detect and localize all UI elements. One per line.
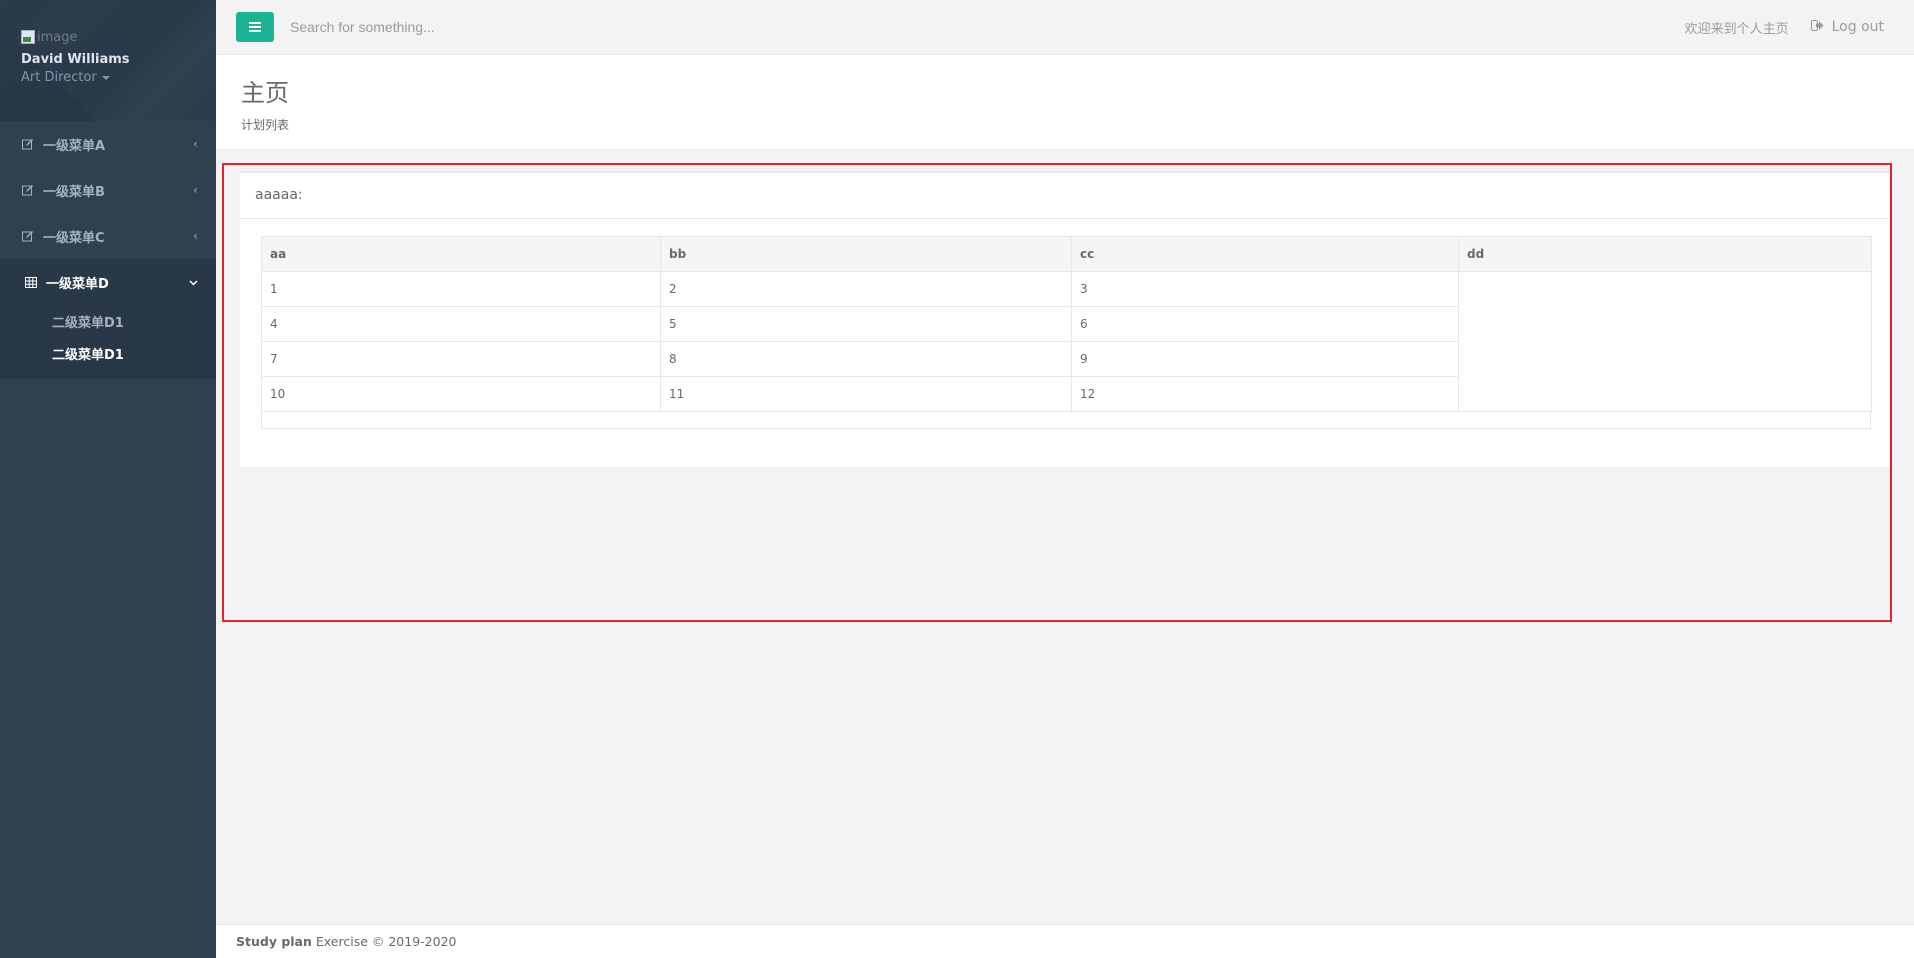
edit-icon bbox=[21, 230, 35, 242]
profile-image: image bbox=[21, 28, 216, 46]
top-right-links: 欢迎来到个人主页 Log out bbox=[1685, 18, 1884, 37]
data-table: aa bb cc dd 1 2 3 4 5 6 7 8 9 10 11 12 bbox=[261, 236, 1872, 412]
hamburger-icon-bar bbox=[249, 26, 261, 28]
sidebar-item-label: 一级菜单B bbox=[43, 184, 105, 200]
table-cell: 5 bbox=[660, 306, 1072, 342]
chevron-left-icon: ‹ bbox=[193, 183, 198, 197]
table-cell: 11 bbox=[660, 376, 1072, 412]
edit-icon bbox=[21, 138, 35, 150]
hamburger-icon-bar bbox=[249, 30, 261, 32]
chevron-left-icon: ‹ bbox=[193, 229, 198, 243]
panel-title: aaaaa: bbox=[240, 173, 1890, 219]
sidebar-item-menu-d[interactable]: 一级菜单D bbox=[0, 259, 216, 305]
profile-role-dropdown[interactable]: Art Director bbox=[21, 70, 216, 85]
sidebar-group-menu-d: 一级菜单D 二级菜单D1 二级菜单D1 bbox=[0, 259, 216, 379]
sidebar-toggle-button[interactable] bbox=[236, 12, 274, 42]
table-cell-empty bbox=[1458, 271, 1872, 412]
search-input[interactable] bbox=[290, 12, 690, 42]
table-cell: 7 bbox=[261, 341, 661, 377]
sidebar-item-label: 一级菜单A bbox=[43, 138, 106, 154]
footer-brand: Study plan bbox=[236, 934, 312, 949]
table-cell: 10 bbox=[261, 376, 661, 412]
top-navbar: 欢迎来到个人主页 Log out bbox=[216, 0, 1914, 55]
caret-down-icon bbox=[101, 75, 110, 80]
table-cell: 6 bbox=[1071, 306, 1459, 342]
table-cell: 2 bbox=[660, 271, 1072, 307]
profile-role: Art Director bbox=[21, 70, 97, 85]
profile-header: image David Williams Art Director bbox=[0, 0, 216, 121]
column-header-cc[interactable]: cc bbox=[1071, 236, 1459, 272]
column-header-bb[interactable]: bb bbox=[660, 236, 1072, 272]
table-header-row: aa bb cc dd bbox=[261, 236, 1872, 272]
sign-out-icon bbox=[1810, 19, 1824, 35]
column-header-aa[interactable]: aa bbox=[261, 236, 661, 272]
table-footer bbox=[261, 412, 1871, 429]
broken-image-icon bbox=[21, 30, 35, 44]
content-panel: aaaaa: aa bb cc dd 1 2 3 4 5 6 7 8 9 10 … bbox=[240, 171, 1890, 467]
sidebar-subitem-d1-active[interactable]: 二级菜单D1 bbox=[0, 337, 216, 369]
table-cell: 12 bbox=[1071, 376, 1459, 412]
table-cell: 1 bbox=[261, 271, 661, 307]
chevron-left-icon: ‹ bbox=[193, 137, 198, 151]
sidebar-item-menu-b[interactable]: 一级菜单B ‹ bbox=[0, 167, 216, 213]
logout-label: Log out bbox=[1831, 19, 1884, 35]
table-container: aa bb cc dd 1 2 3 4 5 6 7 8 9 10 11 12 bbox=[261, 236, 1872, 429]
welcome-text: 欢迎来到个人主页 bbox=[1684, 21, 1789, 37]
profile-image-alt: image bbox=[37, 29, 78, 45]
table-cell: 9 bbox=[1071, 341, 1459, 377]
page-subtitle: 计划列表 bbox=[241, 118, 290, 132]
sidebar-item-menu-a[interactable]: 一级菜单A ‹ bbox=[0, 121, 216, 167]
table-icon bbox=[24, 276, 38, 288]
edit-icon bbox=[21, 184, 35, 196]
sidebar-subitem-d1[interactable]: 二级菜单D1 bbox=[0, 305, 216, 337]
chevron-down-icon bbox=[189, 275, 198, 289]
footer-text: Exercise © 2019-2020 bbox=[315, 934, 457, 949]
table-cell: 4 bbox=[261, 306, 661, 342]
sidebar-item-menu-c[interactable]: 一级菜单C ‹ bbox=[0, 213, 216, 259]
page-footer: Study plan Exercise © 2019-2020 bbox=[216, 924, 1914, 958]
column-header-dd[interactable]: dd bbox=[1458, 236, 1872, 272]
sidebar-item-label: 一级菜单C bbox=[43, 230, 105, 246]
table-cell: 3 bbox=[1071, 271, 1459, 307]
hamburger-icon-bar bbox=[249, 22, 261, 24]
page-heading: 主页 计划列表 bbox=[216, 55, 1914, 150]
table-row: 1 2 3 bbox=[261, 271, 1872, 412]
table-cell: 8 bbox=[660, 341, 1072, 377]
logout-link[interactable]: Log out bbox=[1810, 19, 1884, 35]
profile-name: David Williams bbox=[21, 52, 130, 67]
page-title: 主页 bbox=[241, 79, 289, 107]
sidebar-item-label: 一级菜单D bbox=[46, 276, 109, 292]
sidebar: image David Williams Art Director 一级菜单A … bbox=[0, 0, 216, 958]
